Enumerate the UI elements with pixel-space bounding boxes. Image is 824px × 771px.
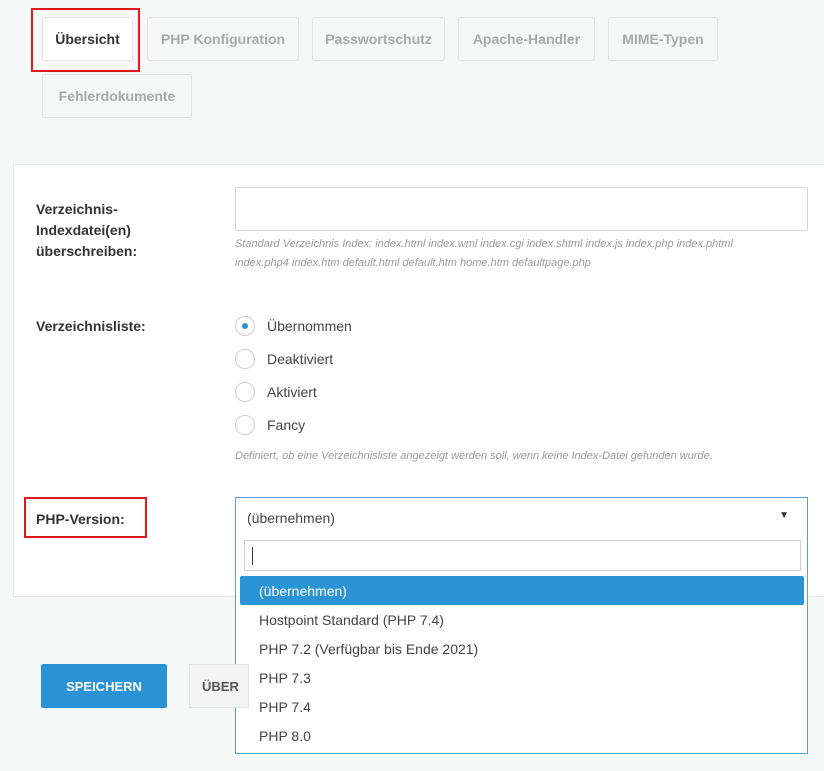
dropdown-search-input[interactable] bbox=[244, 540, 801, 571]
dropdown-option[interactable]: PHP 7.4 bbox=[240, 692, 804, 721]
tab-fehlerdokumente[interactable]: Fehlerdokumente bbox=[42, 74, 192, 118]
radio-aktiviert[interactable]: Aktiviert bbox=[235, 380, 317, 404]
radio-unchecked-icon[interactable] bbox=[235, 415, 255, 435]
save-button-label: SPEICHERN bbox=[66, 678, 142, 694]
tab-label: Fehlerdokumente bbox=[58, 88, 176, 104]
tab-label: MIME-Typen bbox=[622, 31, 704, 47]
caret-down-icon: ▼ bbox=[779, 510, 789, 521]
tab-label: Passwortschutz bbox=[325, 31, 432, 47]
save-button[interactable]: SPEICHERN bbox=[41, 664, 167, 708]
option-label: Hostpoint Standard (PHP 7.4) bbox=[259, 611, 444, 628]
dropdown-option[interactable]: PHP 7.3 bbox=[240, 663, 804, 692]
dropdown-option[interactable]: PHP 8.0 bbox=[240, 721, 804, 750]
text-cursor bbox=[252, 547, 253, 565]
option-label: PHP 7.2 (Verfügbar bis Ende 2021) bbox=[259, 640, 479, 657]
radio-deaktiviert[interactable]: Deaktiviert bbox=[235, 347, 333, 371]
radio-unchecked-icon[interactable] bbox=[235, 349, 255, 369]
dropdown-option[interactable]: Hostpoint Standard (PHP 7.4) bbox=[240, 605, 804, 634]
dir-listing-label: Verzeichnisliste: bbox=[36, 318, 146, 334]
tab-label: Übersicht bbox=[55, 31, 120, 47]
tab-apache-handler[interactable]: Apache-Handler bbox=[458, 17, 595, 61]
index-files-label: Verzeichnis- Indexdatei(en) überschreibe… bbox=[36, 201, 138, 259]
tab-mime-typen[interactable]: MIME-Typen bbox=[608, 17, 718, 61]
radio-unchecked-icon[interactable] bbox=[235, 382, 255, 402]
option-label: PHP 7.3 bbox=[259, 669, 311, 686]
radio-label: Deaktiviert bbox=[267, 351, 334, 367]
option-label: PHP 7.4 bbox=[259, 698, 311, 715]
dropdown-option[interactable]: PHP 7.2 (Verfügbar bis Ende 2021) bbox=[240, 634, 804, 663]
index-files-help-line1: Standard Verzeichnis Index: index.html i… bbox=[235, 238, 733, 250]
radio-label: Fancy bbox=[267, 417, 306, 433]
overview-button-label: ÜBER bbox=[202, 678, 239, 694]
php-version-selected: (übernehmen) bbox=[247, 509, 335, 526]
php-version-select[interactable]: (übernehmen) ▼ bbox=[235, 497, 808, 537]
php-version-label: PHP-Version: bbox=[36, 511, 125, 527]
tab-php-konfiguration[interactable]: PHP Konfiguration bbox=[147, 17, 299, 61]
index-files-input[interactable] bbox=[235, 187, 808, 231]
radio-checked-icon[interactable] bbox=[235, 316, 255, 336]
radio-label: Aktiviert bbox=[267, 384, 317, 400]
radio-uebernommen[interactable]: Übernommen bbox=[235, 314, 352, 338]
tab-label: PHP Konfiguration bbox=[160, 31, 286, 47]
dir-listing-help: Definiert, ob eine Verzeichnisliste ange… bbox=[235, 450, 713, 462]
tab-label: Apache-Handler bbox=[472, 31, 581, 47]
radio-label: Übernommen bbox=[267, 318, 352, 334]
php-version-dropdown: (übernehmen) Hostpoint Standard (PHP 7.4… bbox=[235, 537, 808, 754]
option-label: PHP 8.0 bbox=[259, 727, 311, 744]
overview-button[interactable]: ÜBER bbox=[189, 664, 249, 708]
index-files-help-line2: index.php4 index.htm default.html defaul… bbox=[235, 257, 591, 269]
radio-fancy[interactable]: Fancy bbox=[235, 413, 305, 437]
tab-uebersicht[interactable]: Übersicht bbox=[42, 17, 133, 61]
dropdown-option[interactable]: (übernehmen) bbox=[240, 576, 804, 605]
tab-passwortschutz[interactable]: Passwortschutz bbox=[312, 17, 445, 61]
option-label: (übernehmen) bbox=[259, 582, 347, 599]
